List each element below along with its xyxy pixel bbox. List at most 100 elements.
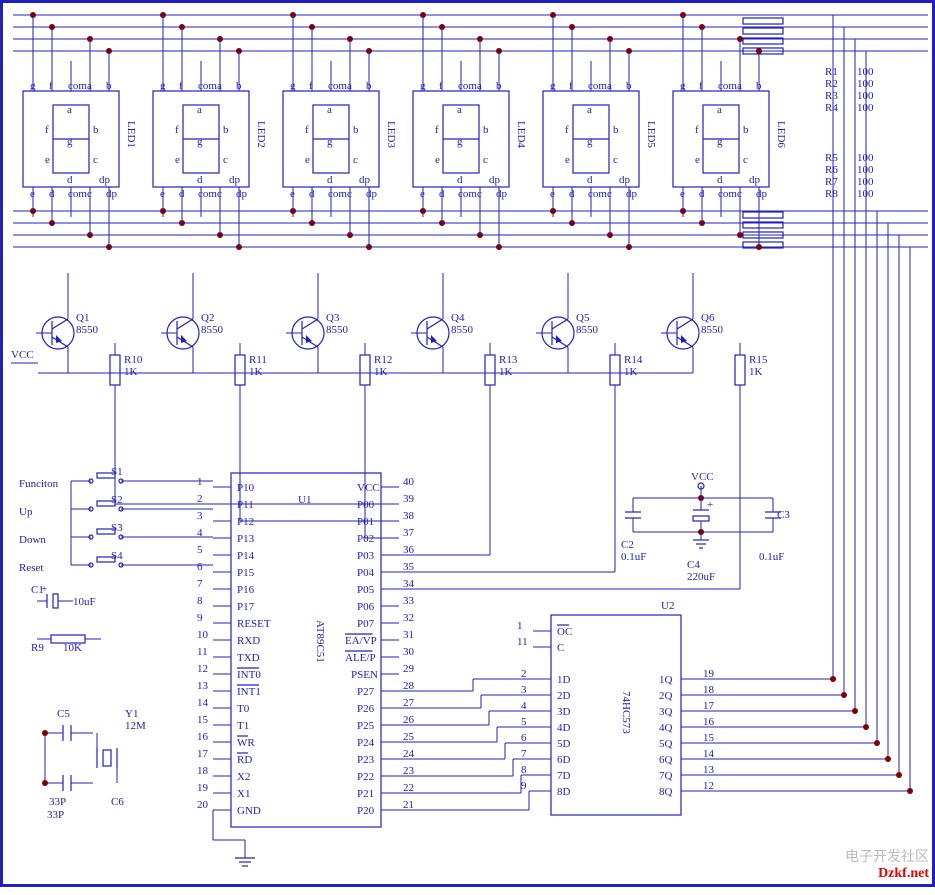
svg-text:33: 33 (403, 595, 415, 607)
svg-text:R5: R5 (825, 152, 838, 164)
svg-text:a: a (587, 104, 592, 116)
svg-text:27: 27 (403, 697, 415, 709)
svg-text:28: 28 (403, 680, 415, 692)
svg-text:6: 6 (197, 561, 203, 573)
svg-text:6Q: 6Q (659, 754, 673, 766)
resistor-pack-mid: R5100R6100R7100R8100 (743, 152, 874, 248)
svg-text:1K: 1K (124, 366, 138, 378)
svg-text:Q6: Q6 (701, 312, 715, 324)
svg-text:13: 13 (197, 680, 209, 692)
segment-bus-bottom (13, 211, 928, 247)
svg-text:0.1uF: 0.1uF (759, 551, 784, 563)
svg-text:g: g (67, 136, 73, 148)
svg-text:7Q: 7Q (659, 770, 673, 782)
transistor-Q3: Q38550 (286, 273, 349, 373)
svg-text:14: 14 (197, 697, 209, 709)
svg-text:g: g (457, 136, 463, 148)
u1-part: AT89C51 (314, 620, 326, 663)
schematic-frame: R1100R2100R3100R4100 R5100R6100R7100R810… (0, 0, 935, 887)
svg-text:4D: 4D (557, 722, 571, 734)
svg-text:11: 11 (517, 636, 528, 648)
svg-text:26: 26 (403, 714, 415, 726)
svg-text:8D: 8D (557, 786, 571, 798)
svg-text:dp: dp (106, 188, 118, 200)
svg-text:1K: 1K (499, 366, 513, 378)
svg-text:b: b (353, 124, 359, 136)
u2-ref: U2 (661, 600, 674, 612)
svg-text:3D: 3D (557, 706, 571, 718)
svg-text:17: 17 (703, 700, 715, 712)
svg-text:25: 25 (403, 731, 415, 743)
c6-val: 33P (47, 809, 64, 821)
svg-text:8550: 8550 (326, 324, 349, 336)
latch-output-bus (699, 15, 913, 794)
svg-text:P01: P01 (357, 516, 374, 528)
svg-text:S4: S4 (111, 550, 123, 562)
svg-text:R13: R13 (499, 354, 518, 366)
svg-text:8550: 8550 (76, 324, 99, 336)
svg-text:g: g (327, 136, 333, 148)
svg-text:1K: 1K (249, 366, 263, 378)
svg-text:P20: P20 (357, 805, 375, 817)
svg-text:C2: C2 (621, 539, 634, 551)
svg-text:P22: P22 (357, 771, 374, 783)
svg-text:VCC: VCC (691, 471, 714, 483)
svg-text:a: a (197, 104, 202, 116)
r9-ref: R9 (31, 642, 44, 654)
svg-text:P00: P00 (357, 499, 375, 511)
svg-text:S3: S3 (111, 522, 123, 534)
u2-latch: U274HC5731OC11C21D32D43D54D65D76D87D98D1… (517, 600, 715, 815)
svg-text:X2: X2 (237, 771, 250, 783)
svg-text:4: 4 (521, 700, 527, 712)
svg-text:12M: 12M (125, 720, 146, 732)
svg-text:P13: P13 (237, 533, 255, 545)
svg-text:15: 15 (197, 714, 209, 726)
svg-text:b: b (223, 124, 229, 136)
svg-text:dp: dp (366, 188, 378, 200)
svg-text:16: 16 (703, 716, 715, 728)
base-res-R14: R141K (610, 343, 643, 405)
svg-text:20: 20 (197, 799, 209, 811)
button-label-S1: Funciton (19, 478, 59, 490)
svg-text:35: 35 (403, 561, 415, 573)
svg-text:6: 6 (521, 732, 527, 744)
svg-text:1D: 1D (557, 674, 571, 686)
svg-text:2D: 2D (557, 690, 571, 702)
svg-text:g: g (197, 136, 203, 148)
svg-text:INT0: INT0 (237, 669, 261, 681)
svg-text:5D: 5D (557, 738, 571, 750)
svg-text:12: 12 (197, 663, 208, 675)
svg-text:14: 14 (703, 748, 715, 760)
svg-text:b: b (483, 124, 489, 136)
svg-text:Q4: Q4 (451, 312, 465, 324)
svg-text:dp: dp (749, 174, 761, 186)
svg-text:18: 18 (197, 765, 209, 777)
svg-text:d: d (67, 174, 73, 186)
svg-text:2: 2 (521, 668, 527, 680)
svg-text:VCC: VCC (357, 482, 380, 494)
svg-text:13: 13 (703, 764, 715, 776)
svg-text:1: 1 (197, 476, 203, 488)
svg-text:WR: WR (237, 737, 255, 749)
svg-text:3: 3 (521, 684, 527, 696)
svg-text:9: 9 (197, 612, 203, 624)
svg-text:P07: P07 (357, 618, 375, 630)
svg-text:R10: R10 (124, 354, 143, 366)
crystal-net: C5 33P Y1 12M C6 (42, 708, 146, 808)
svg-text:4Q: 4Q (659, 722, 673, 734)
button-S4: S4Reset (19, 550, 213, 574)
svg-text:f: f (175, 124, 179, 136)
buttons-block: S1FuncitonS2UpS3DownS4Reset (19, 466, 213, 574)
button-label-S2: Up (19, 506, 33, 518)
svg-text:f: f (695, 124, 699, 136)
svg-text:P27: P27 (357, 686, 375, 698)
resistor-pack-top: R1100R2100R3100R4100 (743, 18, 874, 114)
svg-text:c: c (483, 154, 488, 166)
gnd-symbol (235, 840, 255, 866)
svg-text:a: a (457, 104, 462, 116)
svg-text:8550: 8550 (451, 324, 474, 336)
svg-text:18: 18 (703, 684, 715, 696)
svg-text:dp: dp (229, 174, 241, 186)
svg-text:R14: R14 (624, 354, 643, 366)
svg-text:7D: 7D (557, 770, 571, 782)
